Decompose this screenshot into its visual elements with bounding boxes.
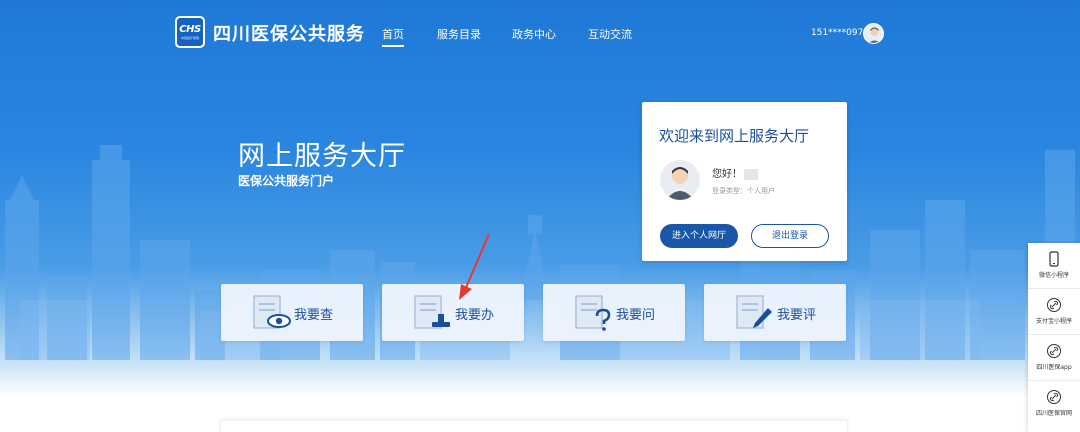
user-avatar-icon (666, 167, 694, 200)
side-item-wechat-miniprogram[interactable]: 微信小程序 (1028, 243, 1080, 289)
service-card-evaluate[interactable]: 我要评 (704, 284, 846, 341)
side-float-panel: 微信小程序 支付宝小程序 四川医保app 四川医保官网 (1028, 243, 1080, 432)
top-header: CHS 中国医疗保障 四川医保公共服务 首页 服务目录 政务中心 互动交流 15… (0, 0, 1080, 66)
service-card-query[interactable]: 我要查 (221, 284, 363, 341)
side-item-alipay-miniprogram[interactable]: 支付宝小程序 (1028, 289, 1080, 335)
side-item-sichuan-website[interactable]: 四川医保官网 (1028, 381, 1080, 427)
service-label: 我要查 (294, 308, 334, 323)
enter-personal-hall-button[interactable]: 进入个人网厅 (660, 224, 738, 248)
welcome-avatar (660, 160, 700, 200)
link-icon (1047, 390, 1061, 404)
user-phone[interactable]: 151****0978 (811, 28, 869, 38)
chs-logo[interactable]: CHS 中国医疗保障 (175, 16, 205, 48)
service-card-handle[interactable]: 我要办 (382, 284, 524, 341)
hero-subtitle: 医保公共服务门户 (238, 174, 335, 188)
login-type: 登录类型：个人用户 (712, 187, 775, 195)
side-item-label: 微信小程序 (1038, 272, 1069, 279)
hero-title: 网上服务大厅 (238, 141, 406, 172)
side-item-sichuan-app[interactable]: 四川医保app (1028, 335, 1080, 381)
greeting-line: 您好！ (712, 165, 758, 180)
service-label: 我要问 (616, 308, 656, 323)
link-icon (1047, 344, 1061, 358)
pen-icon (736, 295, 772, 329)
side-item-label: 支付宝小程序 (1035, 318, 1072, 325)
welcome-title: 欢迎来到网上服务大厅 (659, 127, 810, 145)
service-label: 我要办 (455, 308, 495, 323)
logout-button[interactable]: 退出登录 (751, 224, 829, 248)
user-avatar[interactable] (863, 23, 884, 44)
greeting-text: 您好！ (712, 169, 742, 180)
welcome-card: 欢迎来到网上服务大厅 您好！ 登录类型：个人用户 进入个人网厅 退出登录 (642, 102, 847, 261)
logo-subtext: 中国医疗保障 (180, 36, 199, 40)
nav-home[interactable]: 首页 (382, 26, 404, 47)
link-icon (1047, 298, 1061, 312)
nav-service-catalog[interactable]: 服务目录 (437, 26, 481, 42)
service-label: 我要评 (777, 308, 817, 323)
nav-government-center[interactable]: 政务中心 (512, 26, 556, 42)
site-title[interactable]: 四川医保公共服务 (213, 20, 365, 46)
hero-banner: CHS 中国医疗保障 四川医保公共服务 首页 服务目录 政务中心 互动交流 15… (0, 0, 1080, 432)
avatar-icon (868, 27, 881, 43)
annotation-arrow-icon (459, 233, 490, 300)
side-item-label: 四川医保官网 (1035, 410, 1072, 417)
phone-icon (1049, 251, 1059, 267)
nav-interaction[interactable]: 互动交流 (588, 26, 632, 42)
masked-name (744, 168, 758, 180)
logo-text: CHS (179, 24, 201, 35)
question-icon (575, 295, 611, 331)
content-panel (220, 420, 848, 432)
side-item-label: 四川医保app (1036, 364, 1072, 371)
service-card-ask[interactable]: 我要问 (543, 284, 685, 341)
eye-icon (253, 295, 291, 329)
stamp-icon (414, 295, 450, 329)
